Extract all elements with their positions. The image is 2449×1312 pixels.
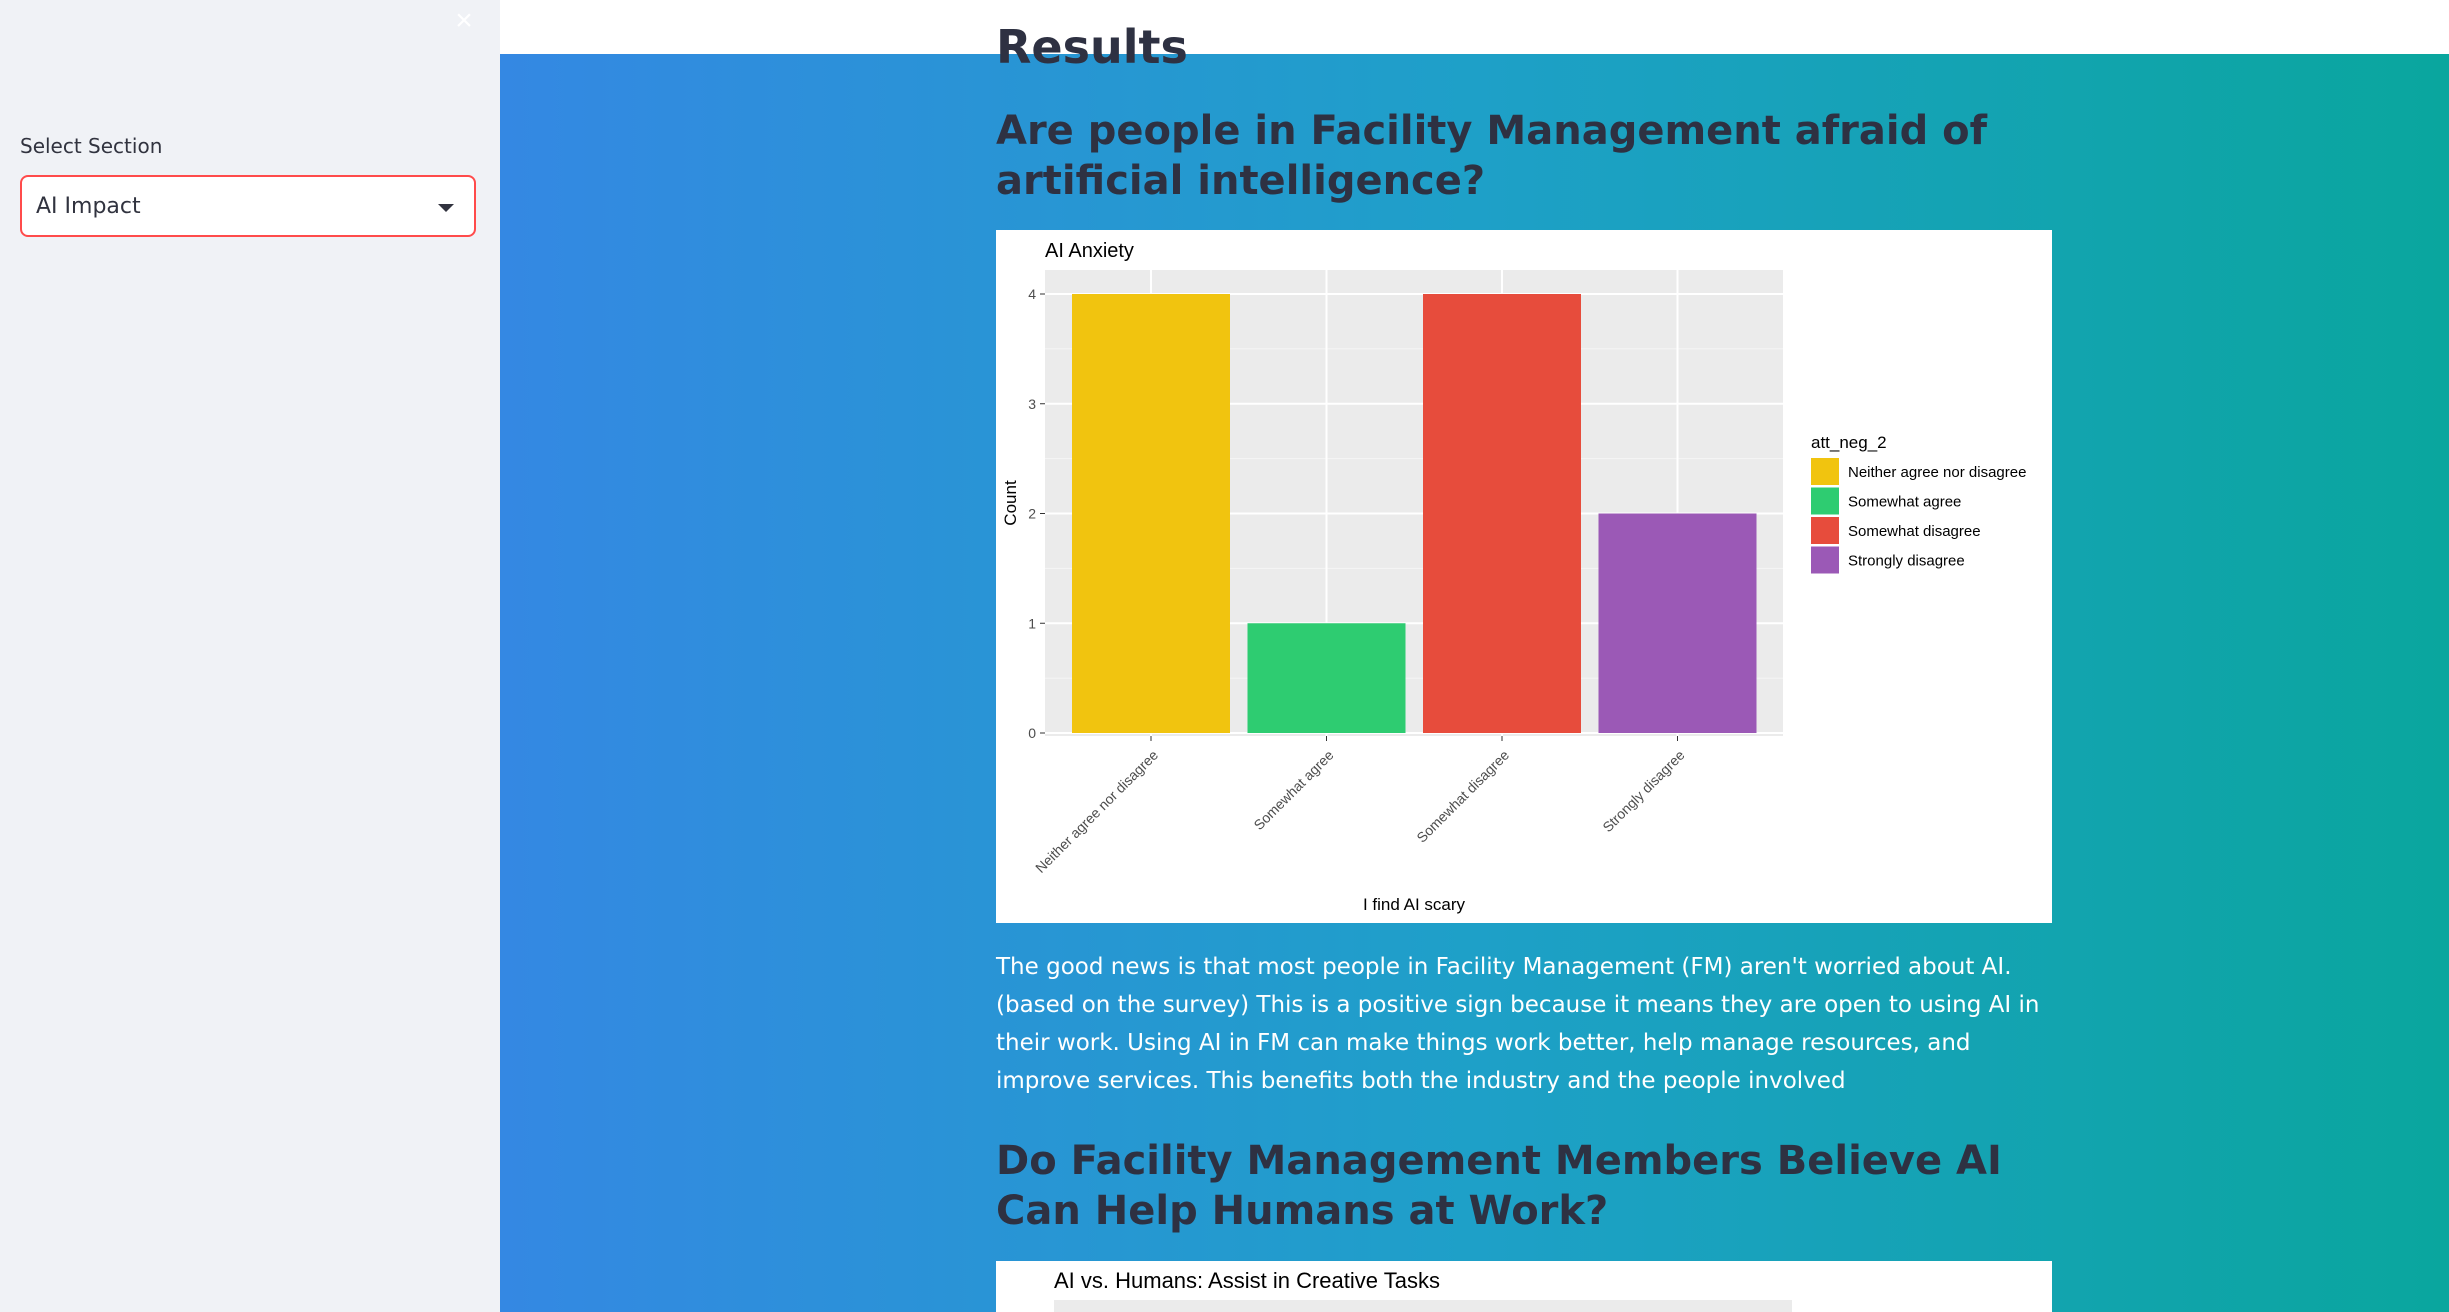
- y-tick-label: 3: [1028, 396, 1036, 412]
- legend-swatch: [1811, 458, 1839, 485]
- legend-title: att_neg_2: [1811, 433, 1887, 452]
- y-tick-label: 4: [1028, 286, 1036, 302]
- legend-label: Neither agree nor disagree: [1848, 464, 2026, 481]
- plot-panel-2: [1054, 1300, 1792, 1312]
- x-tick-label: Strongly disagree: [1599, 747, 1688, 836]
- y-tick-label: 1: [1028, 615, 1036, 631]
- sidebar: × Select Section AI Impact: [0, 0, 500, 1312]
- ai-vs-humans-chart-svg: AI vs. Humans: Assist in Creative Tasks: [1054, 1268, 1792, 1312]
- chevron-down-icon: [438, 204, 454, 212]
- y-tick-label: 2: [1028, 506, 1036, 522]
- paragraph-1: The good news is that most people in Fac…: [996, 954, 2040, 1094]
- legend-label: Somewhat agree: [1848, 494, 1961, 511]
- ai-anxiety-chart-svg: AI Anxiety 0 1 2 3 4 Neither agree nor disag…: [1001, 240, 2026, 914]
- y-tick-label: 0: [1028, 725, 1036, 741]
- ai-vs-humans-chart: AI vs. Humans: Assist in Creative Tasks: [996, 1261, 2052, 1312]
- legend-swatch: [1811, 517, 1839, 544]
- question-2-heading: Do Facility Management Members Believe A…: [996, 1138, 2002, 1234]
- bar: [1598, 513, 1757, 733]
- chart-title: AI Anxiety: [1045, 240, 1134, 262]
- close-icon[interactable]: ×: [449, 6, 479, 36]
- legend-label: Somewhat disagree: [1848, 523, 1981, 540]
- x-tick-label: Somewhat agree: [1250, 747, 1336, 833]
- y-axis-ticks: 0 1 2 3 4: [1028, 286, 1045, 741]
- section-select-value: AI Impact: [36, 194, 141, 219]
- legend-swatch: [1811, 546, 1839, 574]
- chart-2-title: AI vs. Humans: Assist in Creative Tasks: [1054, 1268, 1440, 1293]
- top-header-bar: [500, 0, 2449, 54]
- x-axis-ticks: Neither agree nor disagree Somewhat agree…: [1032, 736, 1688, 876]
- x-axis-label: I find AI scary: [1363, 895, 1466, 914]
- bar: [1072, 294, 1230, 733]
- y-axis-label: Count: [1001, 480, 1020, 526]
- legend-label: Strongly disagree: [1848, 553, 1965, 570]
- legend-swatch: [1811, 487, 1839, 515]
- legend: Neither agree nor disagree Somewhat agree…: [1811, 458, 2026, 574]
- x-tick-label: Somewhat disagree: [1413, 747, 1512, 846]
- bar: [1247, 623, 1406, 733]
- main-area: Results Are people in Facility Managemen…: [500, 0, 2449, 1312]
- section-select[interactable]: AI Impact: [20, 175, 476, 237]
- results-heading: Results: [996, 20, 1188, 74]
- ai-anxiety-chart: AI Anxiety 0 1 2 3 4 Neither agree nor disag…: [996, 230, 2052, 923]
- question-1-heading: Are people in Facility Management afraid…: [996, 108, 1988, 204]
- select-section-label: Select Section: [20, 134, 163, 158]
- bar: [1423, 294, 1581, 733]
- x-tick-label: Neither agree nor disagree: [1032, 747, 1161, 876]
